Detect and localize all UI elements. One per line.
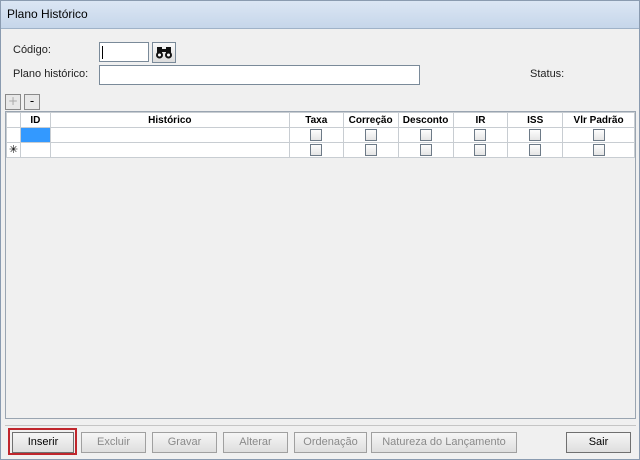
iss-checkbox[interactable]	[529, 129, 542, 141]
historico-grid[interactable]: ID Histórico Taxa Correção Desconto IR I…	[5, 111, 636, 419]
row-selector[interactable]	[6, 127, 21, 143]
text-caret	[102, 46, 103, 59]
alterar-button[interactable]: Alterar	[223, 432, 288, 453]
status-label: Status:	[530, 68, 565, 80]
ir-checkbox[interactable]	[474, 129, 487, 141]
sair-button[interactable]: Sair	[566, 432, 631, 453]
id-cell[interactable]	[19, 142, 51, 158]
codigo-input[interactable]	[99, 42, 149, 62]
correcao-cell[interactable]	[342, 142, 399, 158]
column-header-correcao[interactable]: Correção	[342, 112, 399, 128]
vlr-padrao-checkbox[interactable]	[592, 129, 605, 141]
column-header-taxa[interactable]: Taxa	[288, 112, 344, 128]
row-selector-header	[6, 112, 21, 128]
correcao-checkbox[interactable]	[364, 144, 377, 156]
binoculars-icon	[156, 47, 172, 59]
taxa-checkbox[interactable]	[310, 144, 323, 156]
table-row-new: ✳	[6, 142, 635, 158]
column-header-iss[interactable]: ISS	[507, 112, 564, 128]
highlight-box	[8, 428, 77, 455]
column-header-ir[interactable]: IR	[452, 112, 509, 128]
plano-historico-label: Plano histórico:	[13, 68, 89, 80]
plano-historico-input[interactable]	[99, 65, 420, 85]
search-button[interactable]	[152, 42, 176, 63]
grid-table: ID Histórico Taxa Correção Desconto IR I…	[6, 112, 635, 158]
desconto-cell[interactable]	[397, 127, 454, 143]
iss-cell[interactable]	[507, 142, 564, 158]
column-header-vlr-padrao[interactable]: Vlr Padrão	[562, 112, 635, 128]
window-title: Plano Histórico	[7, 7, 88, 21]
ir-checkbox[interactable]	[474, 144, 487, 156]
vlr-padrao-checkbox[interactable]	[592, 144, 605, 156]
ir-cell[interactable]	[452, 142, 509, 158]
excluir-button[interactable]: Excluir	[81, 432, 146, 453]
iss-cell[interactable]	[507, 127, 564, 143]
column-header-desconto[interactable]: Desconto	[397, 112, 454, 128]
ordenacao-button[interactable]: Ordenação	[294, 432, 367, 453]
remove-row-button[interactable]: -	[24, 94, 40, 110]
codigo-label: Código:	[13, 44, 51, 56]
gravar-button[interactable]: Gravar	[152, 432, 217, 453]
taxa-cell[interactable]	[288, 142, 344, 158]
historico-cell[interactable]	[49, 127, 290, 143]
vlr-padrao-cell[interactable]	[562, 142, 635, 158]
historico-cell[interactable]	[49, 142, 290, 158]
desconto-checkbox[interactable]	[419, 144, 432, 156]
id-cell-selected[interactable]	[19, 127, 51, 143]
iss-checkbox[interactable]	[529, 144, 542, 156]
grid-header-row: ID Histórico Taxa Correção Desconto IR I…	[6, 112, 635, 128]
taxa-checkbox[interactable]	[310, 129, 323, 141]
column-header-historico[interactable]: Histórico	[49, 112, 290, 128]
add-row-button[interactable]: +	[5, 94, 21, 110]
table-row	[6, 127, 635, 143]
desconto-cell[interactable]	[397, 142, 454, 158]
vlr-padrao-cell[interactable]	[562, 127, 635, 143]
title-bar: Plano Histórico	[1, 1, 639, 29]
plano-historico-window: Plano Histórico Código: Plano histórico:…	[0, 0, 640, 460]
correcao-cell[interactable]	[342, 127, 399, 143]
column-header-id[interactable]: ID	[19, 112, 51, 128]
ir-cell[interactable]	[452, 127, 509, 143]
correcao-checkbox[interactable]	[364, 129, 377, 141]
new-row-marker: ✳	[6, 142, 21, 158]
desconto-checkbox[interactable]	[419, 129, 432, 141]
natureza-lancamento-button[interactable]: Natureza do Lançamento	[371, 432, 517, 453]
taxa-cell[interactable]	[288, 127, 344, 143]
bottom-separator	[5, 425, 636, 426]
